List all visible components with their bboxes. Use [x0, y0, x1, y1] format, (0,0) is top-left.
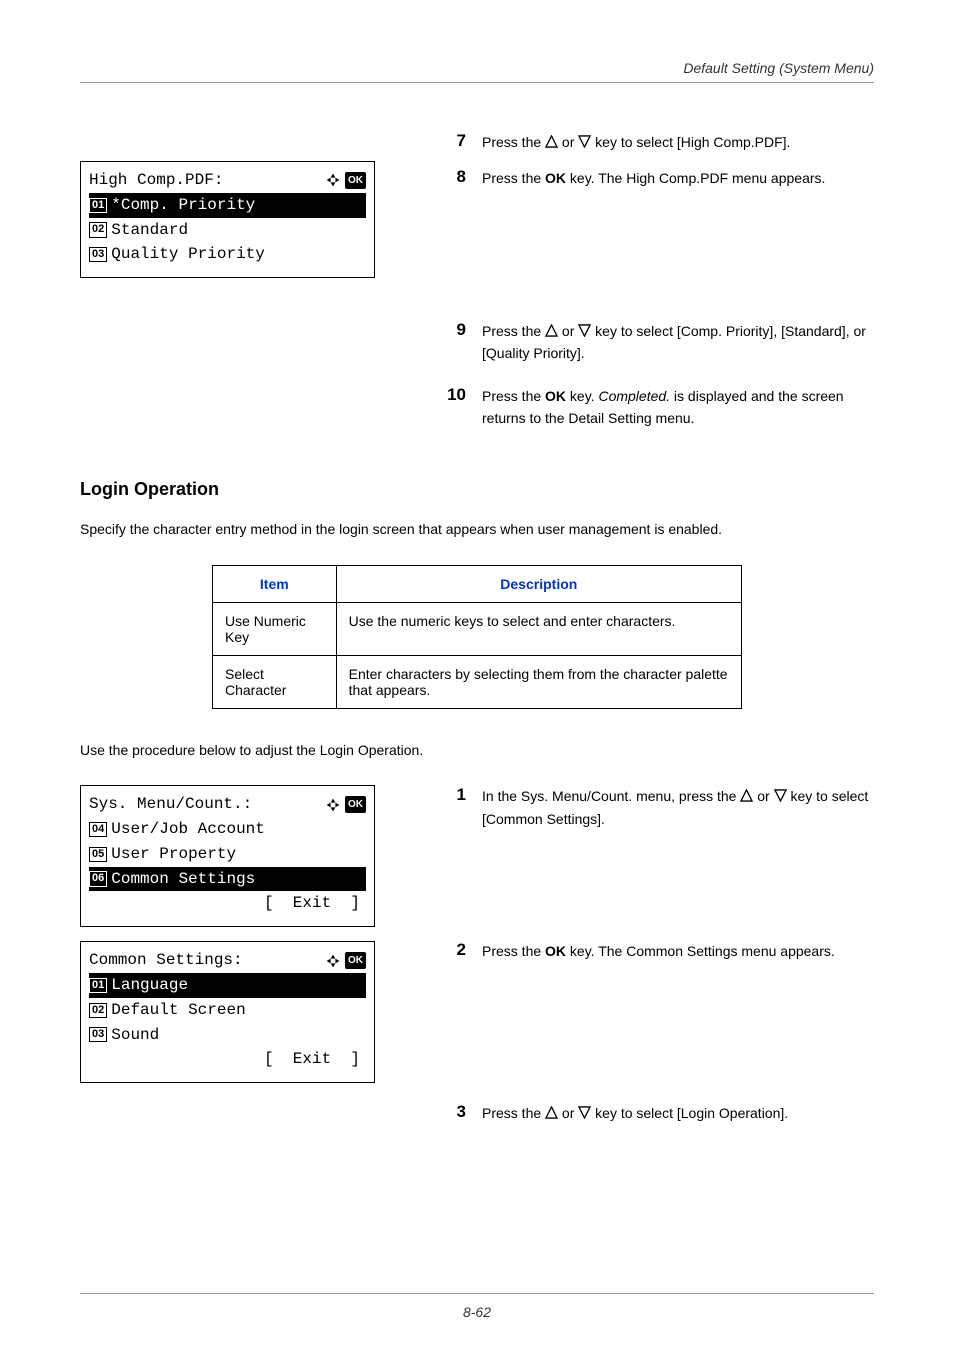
row-text: Common Settings — [111, 867, 284, 892]
lcd-common-settings: Common Settings: OK 01 Language 02 Default… — [80, 941, 375, 1083]
row-text: Standard — [111, 218, 188, 243]
table-cell: Use Numeric Key — [213, 602, 337, 655]
row-text: Quality Priority — [111, 242, 265, 267]
lcd-row: 02 Default Screen — [89, 998, 366, 1023]
step-body: Press the or key to select [Comp. Priori… — [482, 320, 874, 365]
row-text: Default Screen — [111, 998, 245, 1023]
lcd1-rows: 01 *Comp. Priority 02 Standard 03 Quality Pr… — [89, 193, 366, 267]
row-number: 06 — [89, 871, 107, 886]
lcd-title: High Comp.PDF: — [89, 168, 223, 193]
lcd-row: 03 Quality Priority — [89, 242, 366, 267]
step: 1 In the Sys. Menu/Count. menu, press the… — [440, 785, 874, 830]
row-number: 05 — [89, 847, 107, 862]
lcd-softkey-exit: [ Exit ] — [89, 1047, 366, 1072]
step-number: 7 — [440, 131, 466, 153]
lcd-high-comp-pdf: High Comp.PDF: OK 01 *Comp. Priority 02 St… — [80, 161, 375, 278]
lcd-title: Common Settings: — [89, 948, 243, 973]
up-triangle-icon — [545, 1106, 558, 1119]
lcd-row: 04 User/Job Account — [89, 817, 366, 842]
step-body: Press the or key to select [High Comp.PD… — [482, 131, 790, 153]
step-number: 2 — [440, 940, 466, 962]
step-body: Press the OK key. Completed. is displaye… — [482, 385, 874, 430]
lcd-row: 06 Common Settings — [89, 867, 366, 892]
row-number: 03 — [89, 1027, 107, 1042]
row-text: Language — [111, 973, 284, 998]
row-number: 02 — [89, 1003, 107, 1018]
step-number: 8 — [440, 167, 466, 189]
lcd-title: Sys. Menu/Count.: — [89, 792, 252, 817]
row-text: User Property — [111, 842, 236, 867]
step-body: In the Sys. Menu/Count. menu, press the … — [482, 785, 874, 830]
step: 8 Press the OK key. The High Comp.PDF men… — [440, 167, 874, 189]
page-header: Default Setting (System Menu) — [80, 60, 874, 83]
down-triangle-icon — [578, 1106, 591, 1119]
login-operation-table: Item Description Use Numeric KeyUse the … — [212, 565, 742, 709]
lcd-row: 05 User Property — [89, 842, 366, 867]
steps-bottom: 1 In the Sys. Menu/Count. menu, press the… — [440, 785, 874, 1125]
step-body: Press the or key to select [Login Operat… — [482, 1102, 788, 1124]
table-cell: Enter characters by selecting them from … — [336, 655, 741, 708]
ok-badge: OK — [345, 172, 366, 190]
down-triangle-icon — [578, 135, 591, 148]
table-row: Use Numeric KeyUse the numeric keys to s… — [213, 602, 742, 655]
lcd-row: 01 *Comp. Priority — [89, 193, 366, 218]
lcd3-rows: 01 Language 02 Default Screen 03 Sound — [89, 973, 366, 1047]
row-text: *Comp. Priority — [111, 193, 284, 218]
step-number: 3 — [440, 1102, 466, 1124]
down-triangle-icon — [774, 789, 787, 802]
step: 3 Press the or key to select [Login Opera… — [440, 1102, 874, 1124]
lcd2-rows: 04 User/Job Account 05 User Property 06 Commo… — [89, 817, 366, 891]
row-number: 01 — [89, 198, 107, 213]
lcd-row: 01 Language — [89, 973, 366, 998]
down-triangle-icon — [578, 324, 591, 337]
row-number: 04 — [89, 822, 107, 837]
table-cell: Select Character — [213, 655, 337, 708]
row-text: Sound — [111, 1023, 159, 1048]
up-triangle-icon — [740, 789, 753, 802]
lcd-softkey-exit: [ Exit ] — [89, 891, 366, 916]
table-cell: Use the numeric keys to select and enter… — [336, 602, 741, 655]
steps-top: 7 Press the or key to select [High Comp.P… — [440, 131, 874, 429]
step-number: 1 — [440, 785, 466, 830]
row-text: User/Job Account — [111, 817, 265, 842]
ok-badge: OK — [345, 796, 366, 814]
login-table-body: Use Numeric KeyUse the numeric keys to s… — [213, 602, 742, 708]
ok-badge: OK — [345, 952, 366, 970]
lcd-row: 03 Sound — [89, 1023, 366, 1048]
procedure-lead: Use the procedure below to adjust the Lo… — [80, 739, 874, 761]
table-row: Select CharacterEnter characters by sele… — [213, 655, 742, 708]
nav-ok-icon: OK — [325, 952, 366, 970]
row-number: 01 — [89, 978, 107, 993]
table-header-desc: Description — [336, 565, 741, 602]
step-body: Press the OK key. The High Comp.PDF menu… — [482, 167, 825, 189]
lcd-sys-menu: Sys. Menu/Count.: OK 04User/Job Account0… — [80, 785, 375, 927]
up-triangle-icon — [545, 135, 558, 148]
up-triangle-icon — [545, 324, 558, 337]
step: 9 Press the or key to select [Comp. Prior… — [440, 320, 874, 365]
row-number: 02 — [89, 222, 107, 237]
login-operation-heading: Login Operation — [80, 479, 874, 500]
lcd-row: 02 Standard — [89, 218, 366, 243]
table-header-item: Item — [213, 565, 337, 602]
step-body: Press the OK key. The Common Settings me… — [482, 940, 835, 962]
page-number: 8-62 — [0, 1293, 954, 1320]
nav-ok-icon: OK — [325, 796, 366, 814]
step: 10 Press the OK key. Completed. is displa… — [440, 385, 874, 430]
row-number: 03 — [89, 247, 107, 262]
step-number: 9 — [440, 320, 466, 365]
step: 7 Press the or key to select [High Comp.P… — [440, 131, 874, 153]
login-operation-intro: Specify the character entry method in th… — [80, 518, 874, 540]
nav-ok-icon: OK — [325, 172, 366, 190]
step: 2 Press the OK key. The Common Settings m… — [440, 940, 874, 962]
step-number: 10 — [440, 385, 466, 430]
